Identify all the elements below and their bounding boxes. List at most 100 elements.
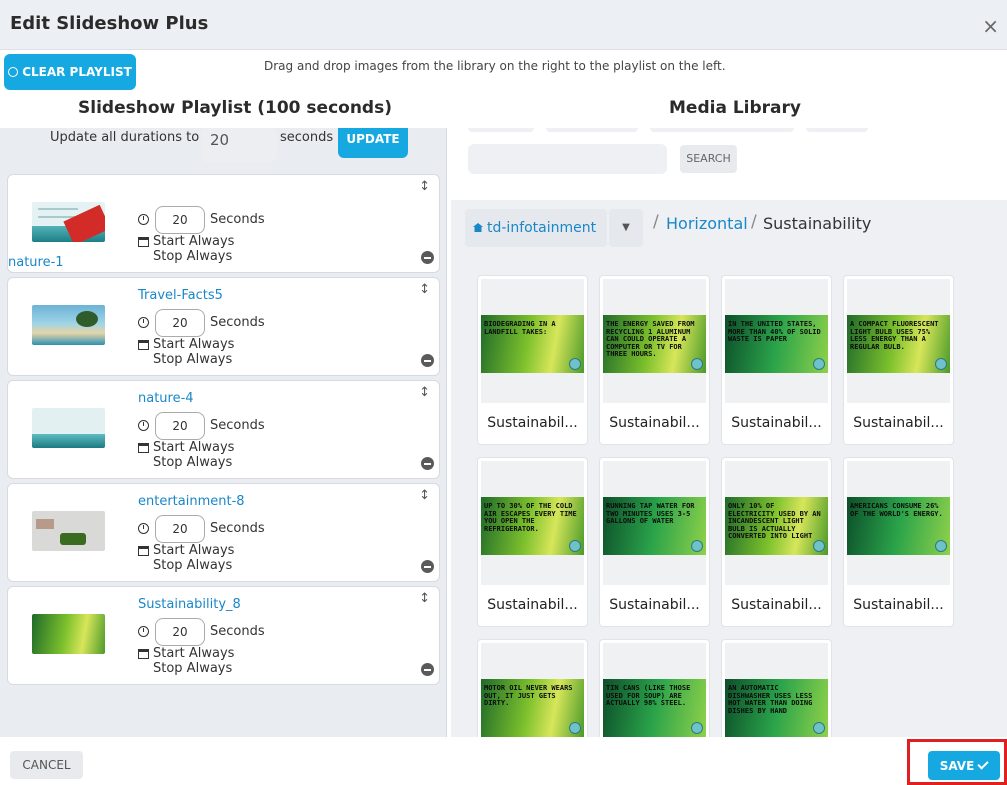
chevron-down-icon[interactable]: ▼ [609, 209, 643, 247]
playlist-item-name[interactable]: Sustainability_8 [138, 597, 241, 612]
media-image: Tin cans (like those used for soup) are … [603, 679, 706, 737]
duration-input[interactable]: 20 [155, 618, 205, 646]
media-tile[interactable]: Running tap water for two minutes uses 3… [599, 457, 710, 627]
stop-schedule[interactable]: Stop Always [153, 249, 232, 264]
media-tile[interactable]: Motor oil never wears out, it just gets … [477, 639, 588, 737]
drag-handle-icon[interactable]: ↕ [419, 488, 430, 503]
calendar-icon [138, 546, 149, 556]
drag-handle-icon[interactable]: ↕ [419, 282, 430, 297]
playlist-title: Slideshow Playlist (100 seconds) [78, 98, 392, 118]
remove-icon[interactable] [421, 251, 434, 264]
media-caption: Sustainabil... [853, 415, 944, 431]
search-button[interactable]: SEARCH [680, 145, 737, 173]
media-image: An automatic dishwasher uses less hot wa… [725, 679, 828, 737]
breadcrumb-home-label: td-infotainment [487, 220, 597, 236]
save-label: SAVE [939, 758, 975, 773]
update-button[interactable]: UPDATE [338, 128, 408, 158]
clock-icon [138, 214, 149, 225]
media-tile[interactable]: In the United States, more than 40% of s… [721, 275, 832, 445]
start-schedule[interactable]: Start Always [153, 337, 234, 352]
playlist-item-name[interactable]: entertainment-8 [138, 494, 245, 509]
media-image: Motor oil never wears out, it just gets … [481, 679, 584, 737]
calendar-icon [138, 237, 149, 247]
circle-icon [8, 67, 19, 77]
drag-handle-icon[interactable]: ↕ [419, 591, 430, 606]
breadcrumb: td-infotainment ▼ / Horizontal / Sustain… [451, 200, 1007, 256]
remove-icon[interactable] [421, 663, 434, 676]
calendar-icon [138, 649, 149, 659]
breadcrumb-separator: / [751, 212, 757, 232]
media-grid: Biodegrading in a landfill takes: Sustai… [451, 256, 1007, 737]
breadcrumb-folder-horizontal[interactable]: Horizontal [666, 214, 748, 233]
seconds-label: Seconds [210, 624, 265, 639]
filter-chip[interactable] [546, 128, 638, 132]
breadcrumb-separator: / [653, 212, 659, 232]
playlist-item-name[interactable]: nature-4 [138, 391, 194, 406]
start-schedule[interactable]: Start Always [153, 234, 234, 249]
playlist-thumbnail [32, 408, 105, 448]
seconds-label: Seconds [210, 315, 265, 330]
breadcrumb-home[interactable]: td-infotainment [465, 209, 607, 247]
cancel-button[interactable]: CANCEL [10, 751, 83, 779]
save-button[interactable]: SAVE [928, 751, 1000, 780]
remove-icon[interactable] [421, 457, 434, 470]
duration-input[interactable]: 20 [155, 412, 205, 440]
drag-handle-icon[interactable]: ↕ [419, 385, 430, 400]
playlist-item[interactable]: entertainment-8 20 Seconds Start Always … [7, 483, 440, 582]
media-tile[interactable]: Up to 30% of the cold air escapes every … [477, 457, 588, 627]
playlist-item[interactable]: Travel-Facts5 20 Seconds Start Always St… [7, 277, 440, 376]
duration-input[interactable]: 20 [155, 206, 205, 234]
calendar-icon [138, 443, 149, 453]
seconds-label: Seconds [210, 212, 265, 227]
seconds-label: Seconds [210, 418, 265, 433]
media-tile[interactable]: Only 10% of electricity used by an incan… [721, 457, 832, 627]
media-tile[interactable]: Americans consume 26% of the world's ene… [843, 457, 954, 627]
start-schedule[interactable]: Start Always [153, 646, 234, 661]
playlist-item[interactable]: nature-4 20 Seconds Start Always Stop Al… [7, 380, 440, 479]
filter-chip[interactable] [650, 128, 794, 132]
playlist-item-name[interactable]: Travel-Facts5 [138, 288, 223, 303]
start-schedule[interactable]: Start Always [153, 440, 234, 455]
remove-icon[interactable] [421, 560, 434, 573]
media-caption: Sustainabil... [487, 415, 578, 431]
update-duration-input[interactable]: 20 [201, 128, 277, 162]
stop-schedule[interactable]: Stop Always [153, 558, 232, 573]
media-tile[interactable]: The energy saved from recycling 1 alumin… [599, 275, 710, 445]
clock-icon [138, 420, 149, 431]
media-caption: Sustainabil... [487, 597, 578, 613]
media-caption: Sustainabil... [853, 597, 944, 613]
drag-handle-icon[interactable]: ↕ [419, 179, 430, 194]
stop-schedule[interactable]: Stop Always [153, 352, 232, 367]
start-schedule[interactable]: Start Always [153, 543, 234, 558]
playlist-item[interactable]: Sustainability_8 20 Seconds Start Always… [7, 586, 440, 685]
media-image: Running tap water for two minutes uses 3… [603, 497, 706, 555]
clock-icon [138, 317, 149, 328]
check-icon [977, 758, 989, 770]
playlist-thumbnail [32, 305, 105, 345]
media-image: A compact fluorescent light bulb uses 75… [847, 315, 950, 373]
remove-icon[interactable] [421, 354, 434, 367]
media-tile[interactable]: Biodegrading in a landfill takes: Sustai… [477, 275, 588, 445]
close-icon[interactable]: × [982, 14, 999, 38]
home-icon [473, 223, 483, 232]
playlist-item-name[interactable]: nature-1 [8, 255, 64, 270]
clear-playlist-button[interactable]: CLEAR PLAYLIST [4, 54, 136, 90]
playlist-item[interactable]: nature-1 20 Seconds Start Always Stop Al… [7, 174, 440, 273]
duration-input[interactable]: 20 [155, 515, 205, 543]
dialog-title: Edit Slideshow Plus [10, 13, 209, 34]
media-image: In the United States, more than 40% of s… [725, 315, 828, 373]
clock-icon [138, 523, 149, 534]
calendar-icon [138, 340, 149, 350]
media-tile[interactable]: Tin cans (like those used for soup) are … [599, 639, 710, 737]
media-image: Biodegrading in a landfill takes: [481, 315, 584, 373]
media-tile[interactable]: An automatic dishwasher uses less hot wa… [721, 639, 832, 737]
duration-input[interactable]: 20 [155, 309, 205, 337]
media-tile[interactable]: A compact fluorescent light bulb uses 75… [843, 275, 954, 445]
filter-chip[interactable] [806, 128, 868, 132]
stop-schedule[interactable]: Stop Always [153, 455, 232, 470]
seconds-label: Seconds [210, 521, 265, 536]
filter-chip[interactable] [468, 128, 534, 132]
media-caption: Sustainabil... [731, 415, 822, 431]
stop-schedule[interactable]: Stop Always [153, 661, 232, 676]
search-input[interactable] [468, 144, 667, 174]
